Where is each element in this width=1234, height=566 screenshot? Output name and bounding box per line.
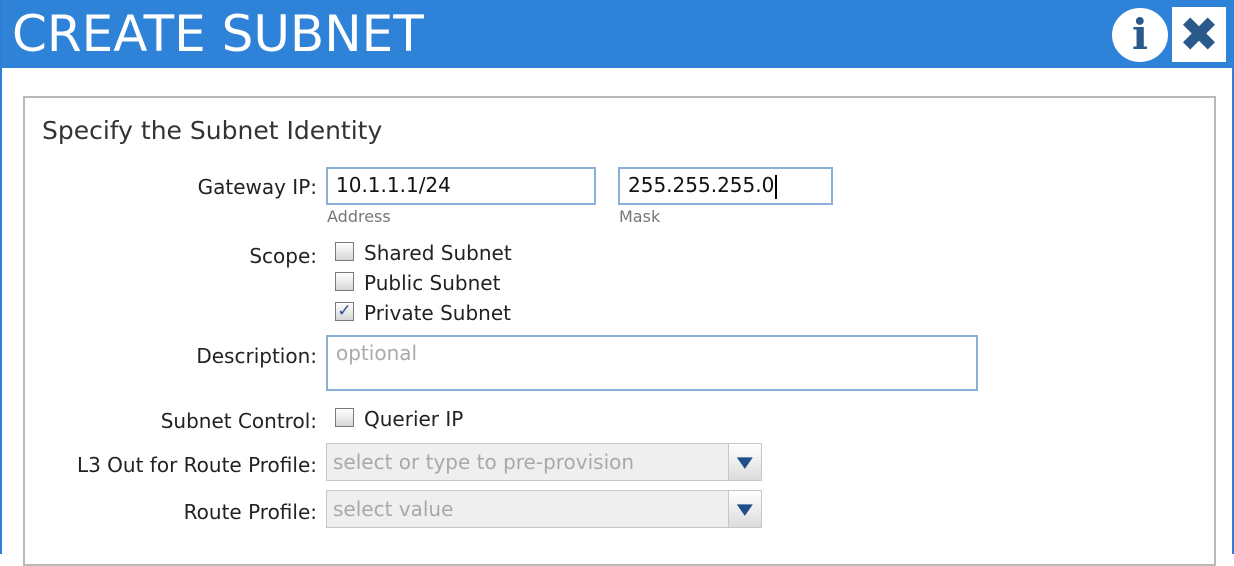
dialog-title: CREATE SUBNET bbox=[12, 5, 424, 63]
address-sublabel: Address bbox=[327, 207, 391, 226]
shared-subnet-checkbox[interactable] bbox=[335, 242, 354, 261]
l3out-route-profile-select[interactable]: select or type to pre-provision ▼ bbox=[326, 443, 762, 481]
close-glyph: ✖ bbox=[1178, 6, 1220, 63]
public-subnet-checkbox[interactable] bbox=[335, 272, 354, 291]
querier-ip-checkbox[interactable] bbox=[335, 408, 354, 427]
subnet-control-label: Subnet Control: bbox=[160, 409, 317, 433]
gateway-address-value: 10.1.1.1/24 bbox=[336, 173, 451, 197]
scope-label: Scope: bbox=[249, 244, 317, 268]
section-title: Specify the Subnet Identity bbox=[42, 116, 383, 145]
gateway-mask-input[interactable]: 255.255.255.0 bbox=[618, 167, 833, 205]
chevron-down-icon[interactable]: ▼ bbox=[728, 491, 761, 527]
create-subnet-dialog: CREATE SUBNET i ✖ Specify the Subnet Ide… bbox=[0, 0, 1234, 566]
public-subnet-label: Public Subnet bbox=[364, 271, 501, 295]
description-label: Description: bbox=[196, 344, 317, 368]
gateway-address-input[interactable]: 10.1.1.1/24 bbox=[326, 167, 596, 205]
mask-sublabel: Mask bbox=[619, 207, 661, 226]
checkmark-icon: ✓ bbox=[337, 301, 352, 321]
route-profile-placeholder: select value bbox=[333, 497, 454, 521]
private-subnet-label: Private Subnet bbox=[364, 301, 511, 325]
gateway-mask-value: 255.255.255.0 bbox=[628, 173, 775, 197]
text-cursor bbox=[775, 174, 778, 199]
shared-subnet-label: Shared Subnet bbox=[364, 241, 512, 265]
l3out-placeholder: select or type to pre-provision bbox=[333, 450, 635, 474]
private-subnet-checkbox[interactable]: ✓ bbox=[335, 302, 354, 321]
info-glyph: i bbox=[1132, 10, 1148, 59]
info-icon[interactable]: i bbox=[1112, 8, 1168, 62]
route-profile-label: Route Profile: bbox=[183, 500, 317, 524]
l3out-route-profile-label: L3 Out for Route Profile: bbox=[76, 453, 317, 477]
description-textarea[interactable]: optional bbox=[326, 335, 978, 391]
description-placeholder: optional bbox=[336, 341, 418, 365]
route-profile-select[interactable]: select value ▼ bbox=[326, 490, 762, 528]
querier-ip-label: Querier IP bbox=[364, 407, 464, 431]
chevron-down-icon[interactable]: ▼ bbox=[728, 444, 761, 480]
close-icon[interactable]: ✖ bbox=[1172, 7, 1226, 62]
dialog-titlebar: CREATE SUBNET i ✖ bbox=[2, 0, 1234, 68]
gateway-ip-label: Gateway IP: bbox=[197, 175, 317, 199]
